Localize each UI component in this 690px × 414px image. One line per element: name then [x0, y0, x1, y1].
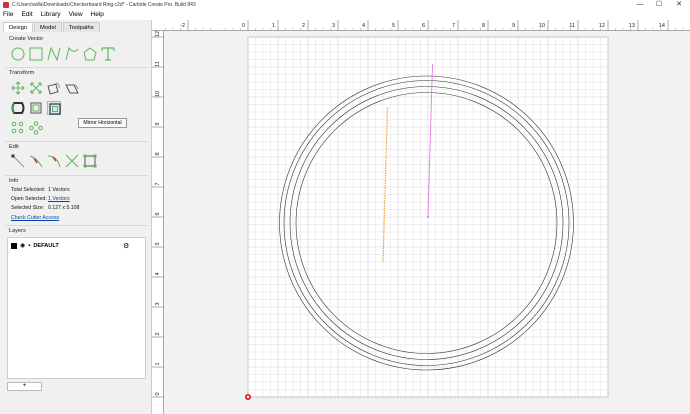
ruler-label: 7 [155, 182, 161, 185]
menu-view[interactable]: View [69, 11, 83, 18]
total-selected-label: Total Selected: [11, 187, 46, 193]
ruler-label: 1 [155, 362, 161, 365]
text-icon[interactable] [101, 47, 115, 61]
eye-icon[interactable]: ◉ [20, 242, 25, 249]
ruler-label: 9 [155, 122, 161, 125]
tab-model[interactable]: Model [34, 22, 62, 32]
ruler-label: 3 [332, 23, 335, 29]
scale-icon[interactable] [29, 81, 43, 95]
design-panel: Design Model Toolpaths Create Vector Tra… [0, 20, 152, 414]
create-vector-heading: Create Vector [9, 36, 44, 42]
total-selected-value: 1 Vectors [48, 187, 70, 193]
menu-bar: File Edit Library View Help [0, 9, 690, 20]
title-bar: C:\Users\willa\Downloads\Checkerboard Ri… [0, 0, 690, 9]
circle-icon[interactable] [11, 47, 25, 61]
ruler-label: 8 [155, 152, 161, 155]
window-title: C:\Users\willa\Downloads\Checkerboard Ri… [12, 1, 196, 8]
horizontal-ruler: -2 0 1 2 3 4 5 6 7 8 9 10 11 12 13 14 [152, 20, 690, 31]
rectangle-icon[interactable] [29, 47, 43, 61]
selected-size-label: Selected Size: [11, 205, 45, 211]
move-icon[interactable] [11, 81, 25, 95]
ruler-label: 10 [155, 91, 161, 97]
app-icon [3, 1, 9, 8]
open-selected-label: Open Selected: [11, 196, 47, 202]
ruler-label: 11 [569, 23, 575, 29]
vertical-ruler: 12 11 10 9 8 7 6 5 4 3 2 1 0 [152, 31, 164, 414]
polygon-icon[interactable] [83, 47, 97, 61]
circular-array-icon[interactable] [29, 121, 43, 135]
ruler-label: 0 [155, 392, 161, 395]
menu-library[interactable]: Library [41, 11, 61, 18]
ruler-label: 4 [362, 23, 365, 29]
layers-heading: Layers [9, 228, 26, 234]
divider [5, 141, 148, 142]
cut-icon[interactable] [65, 154, 79, 168]
menu-edit[interactable]: Edit [21, 11, 32, 18]
lock-icon[interactable]: ▪ [28, 243, 30, 249]
check-cutter-access-link[interactable]: Check Cutter Access [11, 215, 59, 221]
minimize-button[interactable]: — [633, 0, 647, 9]
edit-heading: Edit [9, 144, 19, 150]
open-selected-link[interactable]: 1 Vectors [48, 196, 70, 202]
panel-tabs: Design Model Toolpaths [3, 22, 101, 32]
maximize-button[interactable]: ☐ [652, 0, 666, 9]
ruler-label: -2 [180, 23, 185, 29]
ruler-label: 5 [392, 23, 395, 29]
total-selected-row: Total Selected: 1 Vectors [11, 187, 70, 193]
array-icon[interactable] [11, 121, 25, 135]
ruler-label: 11 [155, 61, 161, 67]
vector-endpoint [427, 216, 429, 218]
tab-toolpaths[interactable]: Toolpaths [62, 22, 100, 32]
ruler-label: 9 [512, 23, 515, 29]
ruler-label: 7 [452, 23, 455, 29]
divider [5, 67, 148, 68]
layer-name: DEFAULT [33, 242, 59, 249]
selected-size-row: Selected Size: 0.127 x 5.108 [11, 205, 79, 211]
tab-design[interactable]: Design [3, 22, 34, 32]
ruler-label: 2 [302, 23, 305, 29]
ruler-label: 12 [155, 31, 161, 37]
add-layer-button[interactable]: + [7, 382, 42, 391]
ruler-label: 2 [155, 332, 161, 335]
skew-icon[interactable] [65, 81, 79, 95]
ruler-label: 8 [482, 23, 485, 29]
layer-row[interactable]: ◉ ▪ DEFAULT ⚙ [11, 241, 144, 250]
ruler-label: 10 [539, 23, 545, 29]
selected-size-value: 0.127 x 5.108 [48, 205, 80, 211]
ruler-label: 13 [629, 23, 635, 29]
open-selected-row: Open Selected: 1 Vectors [11, 196, 70, 202]
ruler-label: 4 [155, 272, 161, 275]
ruler-label: 14 [659, 23, 665, 29]
transform-heading: Transform [9, 70, 35, 76]
bounding-box-icon[interactable] [83, 154, 97, 168]
origin-marker-center [246, 395, 250, 399]
divider [5, 175, 148, 176]
ruler-label: 6 [155, 212, 161, 215]
polyline-icon[interactable] [47, 47, 61, 61]
ruler-label: 0 [242, 23, 245, 29]
ruler-label: 6 [422, 23, 425, 29]
offset-icon[interactable] [47, 101, 61, 115]
gear-icon[interactable]: ⚙ [123, 242, 129, 250]
close-button[interactable]: ✕ [672, 0, 686, 9]
ruler-label: 5 [155, 242, 161, 245]
divider [5, 225, 148, 226]
ruler-label: 1 [272, 23, 275, 29]
info-heading: Info [9, 178, 19, 184]
mirror-horizontal-icon[interactable] [29, 101, 43, 115]
design-canvas[interactable] [164, 31, 690, 414]
menu-help[interactable]: Help [91, 11, 104, 18]
trim-icon[interactable] [29, 154, 43, 168]
ruler-label: 12 [599, 23, 605, 29]
node-edit-icon[interactable] [11, 154, 25, 168]
tooltip: Mirror Horizontal [78, 118, 127, 128]
mirror-vertical-icon[interactable] [11, 101, 25, 115]
layers-list: ◉ ▪ DEFAULT ⚙ [7, 237, 146, 379]
menu-file[interactable]: File [3, 11, 13, 18]
rotate-icon[interactable] [47, 81, 61, 95]
curve-icon[interactable] [65, 47, 79, 61]
layer-color-swatch[interactable] [11, 242, 17, 249]
ruler-label: 3 [155, 302, 161, 305]
fillet-icon[interactable] [47, 154, 61, 168]
